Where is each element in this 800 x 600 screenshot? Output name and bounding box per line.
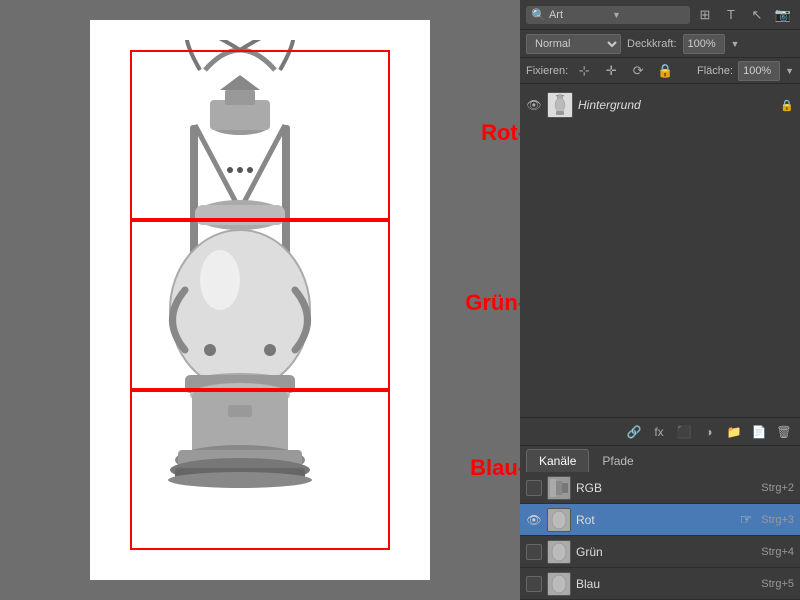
fx-label: fx [654,425,663,439]
lantern-container: Rot-Kanal Grün-Kanal Blau-Kanal [110,40,410,560]
channel-thumb-rot [547,508,571,532]
chevron-flache: ▼ [785,66,794,76]
layers-area: 👁 Hintergrund 🔒 [520,84,800,417]
channel-thumb-rgb [547,476,571,500]
channel-shortcut-gruen: Strg+4 [761,546,794,558]
fix-row: Fixieren: ⊹ ✛ ⟳ 🔒 Fläche: ▼ [520,58,800,84]
blend-mode-dropdown[interactable]: Normal Multiplizieren Bildschirm [526,34,621,54]
flache-label: Fläche: [697,65,733,77]
channel-name-blau: Blau [576,577,756,591]
fix-move-icon[interactable]: ✛ [600,60,622,82]
text-icon[interactable]: T [720,4,742,26]
layer-thumbnail [547,92,573,118]
channel-check-blau[interactable] [526,576,542,592]
search-icon: 🔍 [531,8,546,22]
grid-icon[interactable]: ⊞ [694,4,716,26]
tab-kanale[interactable]: Kanäle [526,449,589,472]
adjustment-icon-btn[interactable]: ◑ [699,422,719,442]
deckkraft-input[interactable] [683,34,725,54]
deckkraft-label: Deckkraft: [627,38,677,50]
icon-bar: 🔗 fx ⬛ ◑ 📁 📄 🗑 [520,418,800,446]
channel-check-rgb[interactable] [526,480,542,496]
fixieren-label: Fixieren: [526,65,568,77]
layer-item-hintergrund[interactable]: 👁 Hintergrund 🔒 [520,88,800,122]
channel-name-rgb: RGB [576,481,756,495]
canvas-background: Rot-Kanal Grün-Kanal Blau-Kanal [90,20,430,580]
flache-input[interactable] [738,61,780,81]
camera-icon[interactable]: 📷 [772,4,794,26]
tabs-row: Kanäle Pfade [520,446,800,472]
layer-lock-icon: 🔒 [780,99,794,112]
channel-shortcut-blau: Strg+5 [761,578,794,590]
channel-name-rot: Rot [576,513,735,527]
new-layer-icon-btn[interactable]: 📄 [749,422,769,442]
cursor-hover-icon: ☞ [740,511,753,528]
channel-shortcut-rot: Strg+3 [761,514,794,526]
chevron-down-icon: ▼ [612,10,621,20]
blend-mode-row: Normal Multiplizieren Bildschirm Deckkra… [520,30,800,58]
trash-icon-btn[interactable]: 🗑 [774,422,794,442]
channel-shortcut-rgb: Strg+2 [761,482,794,494]
fx-icon-btn[interactable]: fx [649,422,669,442]
blau-kanal-label: Blau-Kanal [470,455,520,481]
bottom-section: 🔗 fx ⬛ ◑ 📁 📄 🗑 Kanäle Pfade [520,417,800,600]
folder-icon-btn[interactable]: 📁 [724,422,744,442]
fix-pos-icon[interactable]: ⊹ [573,60,595,82]
search-box[interactable]: 🔍 ▼ [526,6,690,24]
channel-eye-rot[interactable]: 👁 [526,512,542,528]
red-box-bot [130,390,390,550]
right-panel: 🔍 ▼ ⊞ T ↖ 📷 Normal Multiplizieren Bildsc… [520,0,800,600]
channel-row-rgb[interactable]: RGB Strg+2 [520,472,800,504]
channel-row-rot[interactable]: 👁 Rot ☞ Strg+3 [520,504,800,536]
mask-icon-btn[interactable]: ⬛ [674,422,694,442]
cursor-icon[interactable]: ↖ [746,4,768,26]
channel-row-blau[interactable]: Blau Strg+5 [520,568,800,600]
canvas-area: Rot-Kanal Grün-Kanal Blau-Kanal [0,0,520,600]
fix-rotate-icon[interactable]: ⟳ [627,60,649,82]
layer-eye-icon[interactable]: 👁 [526,97,542,113]
channels-list: RGB Strg+2 👁 Rot ☞ Strg+3 [520,472,800,600]
search-input[interactable] [549,9,609,21]
fix-lock-icon[interactable]: 🔒 [654,60,676,82]
toolbar-top: 🔍 ▼ ⊞ T ↖ 📷 [520,0,800,30]
channel-thumb-blau [547,572,571,596]
channel-check-gruen[interactable] [526,544,542,560]
gruen-kanal-label: Grün-Kanal [465,290,520,316]
link-icon-btn[interactable]: 🔗 [624,422,644,442]
channel-thumb-gruen [547,540,571,564]
red-box-mid [130,220,390,390]
channel-row-gruen[interactable]: Grün Strg+4 [520,536,800,568]
tab-pfade[interactable]: Pfade [589,449,646,472]
channel-name-gruen: Grün [576,545,756,559]
chevron-deckkraft: ▼ [731,39,740,49]
rot-kanal-label: Rot-Kanal [481,120,520,146]
layer-name: Hintergrund [578,98,775,112]
red-box-top [130,50,390,220]
